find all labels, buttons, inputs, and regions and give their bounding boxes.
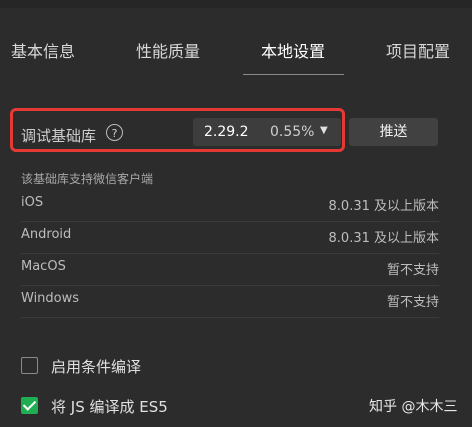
platform-name: iOS xyxy=(21,195,44,210)
platform-support: 8.0.31 及以上版本 xyxy=(328,199,439,214)
conditional-compile-label: 启用条件编译 xyxy=(51,358,142,376)
lib-version-select[interactable]: 2.29.2 0.55% ▼ xyxy=(193,118,341,146)
tab-basic-info[interactable]: 基本信息 xyxy=(11,38,75,62)
help-icon[interactable]: ? xyxy=(106,124,123,141)
watermark: 知乎 @木木三 xyxy=(369,399,458,415)
top-strip xyxy=(0,0,472,8)
es5-compile-checkbox[interactable] xyxy=(21,397,38,414)
platform-support: 暂不支持 xyxy=(386,295,439,310)
caret-down-icon: ▼ xyxy=(320,125,328,136)
debug-lib-label: 调试基础库 xyxy=(21,127,97,145)
conditional-compile-checkbox[interactable] xyxy=(21,357,38,374)
tab-local-settings[interactable]: 本地设置 xyxy=(261,38,325,62)
lib-version-value: 2.29.2 xyxy=(204,124,249,140)
platform-support: 8.0.31 及以上版本 xyxy=(328,231,439,246)
platform-name: Windows xyxy=(21,291,80,306)
lib-version-percent: 0.55% xyxy=(270,124,315,140)
support-row-macos: MacOS 暂不支持 xyxy=(21,253,439,286)
support-note: 该基础库支持微信客户端 xyxy=(21,172,154,186)
active-tab-underline xyxy=(243,74,344,75)
support-row-android: Android 8.0.31 及以上版本 xyxy=(21,221,439,254)
tab-bar: 基本信息 性能质量 本地设置 项目配置 xyxy=(0,8,472,78)
platform-name: Android xyxy=(21,227,72,242)
es5-compile-label: 将 JS 编译成 ES5 xyxy=(51,398,168,416)
platform-support: 暂不支持 xyxy=(386,263,439,278)
platform-name: MacOS xyxy=(21,259,66,274)
push-button[interactable]: 推送 xyxy=(349,118,438,146)
support-row-windows: Windows 暂不支持 xyxy=(21,285,439,318)
support-row-ios: iOS 8.0.31 及以上版本 xyxy=(21,189,439,222)
tab-performance[interactable]: 性能质量 xyxy=(136,38,200,62)
tab-project-config[interactable]: 项目配置 xyxy=(386,38,450,62)
